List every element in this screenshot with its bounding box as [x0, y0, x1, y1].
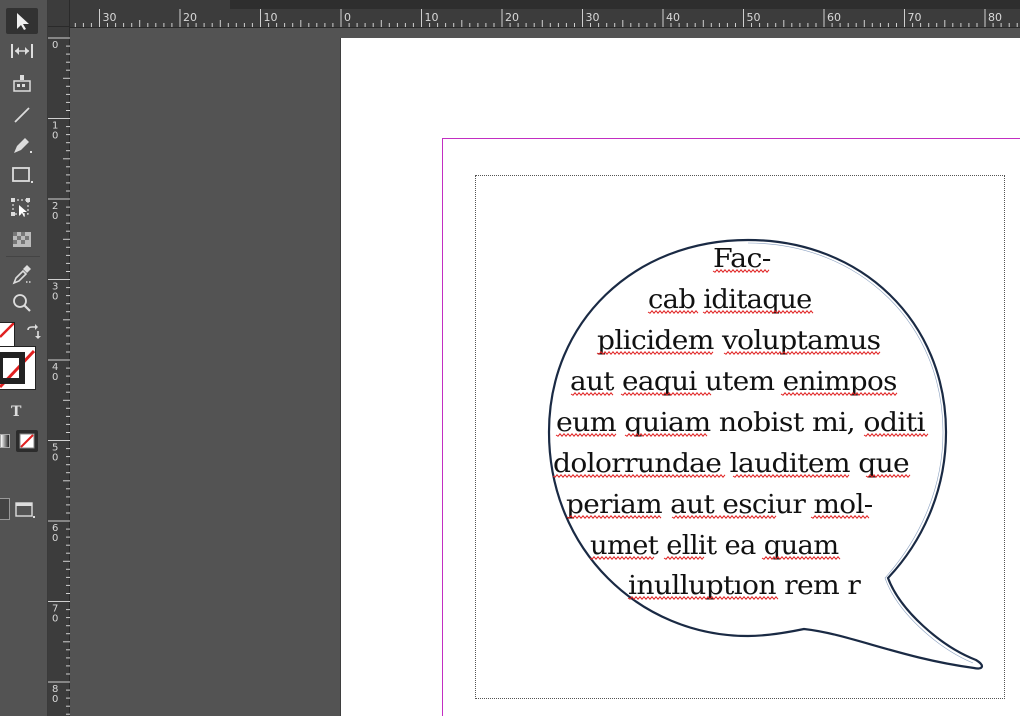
bubble-story[interactable]: Fac- cab iditaque plicidem voluptamus au… — [0, 0, 1020, 716]
text-line: umet ellit ea quam — [590, 531, 839, 561]
text-line: eum quiam nobist mi, oditi — [556, 408, 926, 438]
text-line: aut eaqui utem enimpos — [570, 367, 897, 397]
text-line: dolorrundae lauditem que — [553, 449, 910, 479]
text-line: periam aut esciur mol- — [566, 490, 873, 520]
text-line: plicidem voluptamus — [597, 326, 881, 356]
text-line: Fac- — [713, 244, 771, 274]
text-line: cab iditaque — [648, 285, 812, 315]
text-line: inulluptıon rem r — [628, 571, 861, 601]
